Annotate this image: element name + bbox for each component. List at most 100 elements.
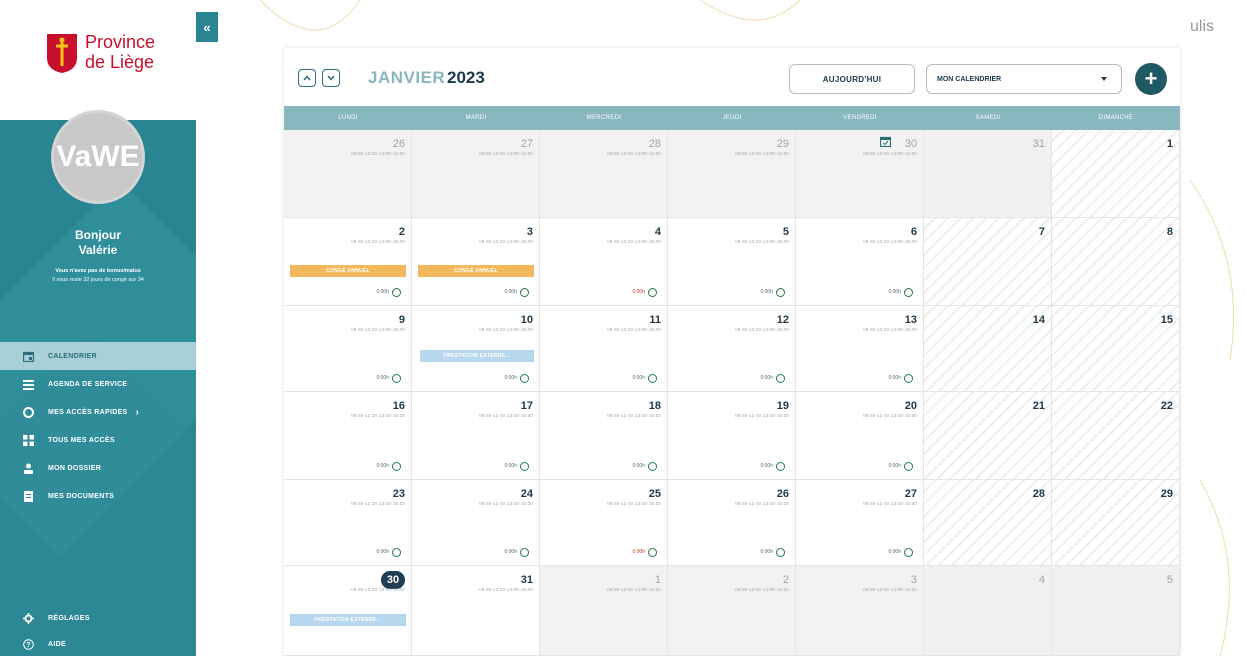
clock-icon[interactable] (520, 462, 529, 471)
calendar-day-cell[interactable]: 2 08:00-12:00 13:00-16:00 (668, 566, 796, 656)
calendar-day-cell[interactable]: 19 08:00-12:00 13:00-16:00 0:00h (668, 392, 796, 480)
sidebar-item-label: RÉGLAGES (48, 614, 90, 622)
clock-icon[interactable] (648, 288, 657, 297)
calendar-day-cell[interactable]: 5 (1052, 566, 1180, 656)
sidebar-item-mon-dossier[interactable]: MON DOSSIER (0, 454, 196, 482)
clock-icon[interactable] (776, 288, 785, 297)
calendar-day-cell[interactable]: 3 08:00-12:00 13:00-16:00 CONGÉ ANNUEL 0:00… (412, 218, 540, 306)
calendar-day-cell[interactable]: 13 08:00-12:00 13:00-16:00 0:00h (796, 306, 924, 392)
calendar-day-cell[interactable]: 21 (924, 392, 1052, 480)
work-hours: 08:00-12:00 13:00-16:00 (607, 413, 661, 418)
calendar-event[interactable]: PRESTATION EXTERNE... (290, 614, 406, 626)
calendar-day-cell[interactable]: 24 08:00-12:00 13:00-16:00 0:00h (412, 480, 540, 566)
sidebar-item-agenda[interactable]: AGENDA DE SERVICE (0, 370, 196, 398)
clock-icon[interactable] (392, 462, 401, 471)
clock-icon[interactable] (648, 374, 657, 383)
caret-down-icon (1101, 77, 1107, 81)
clock-icon[interactable] (520, 548, 529, 557)
clock-icon[interactable] (520, 374, 529, 383)
avatar[interactable]: VaWE (51, 110, 145, 204)
sidebar-item-aide[interactable]: ? AIDE (0, 631, 196, 656)
calendar-day-cell[interactable]: 10 08:00-12:00 13:00-16:00 PRESTATION EXTE… (412, 306, 540, 392)
clock-icon[interactable] (904, 374, 913, 383)
clock-icon[interactable] (776, 548, 785, 557)
calendar-day-cell[interactable]: 15 (1052, 306, 1180, 392)
collapse-sidebar-button[interactable]: « (196, 12, 218, 42)
sidebar-item-tous-acces[interactable]: TOUS MES ACCÈS (0, 426, 196, 454)
calendar-day-cell[interactable]: 18 08:00-12:00 13:00-16:00 0:00h (540, 392, 668, 480)
calendar-day-cell[interactable]: 9 08:00-12:30 13:00-16:00 0:00h (284, 306, 412, 392)
calendar-day-cell[interactable]: 29 08:00-12:00 13:00-16:00 (668, 130, 796, 218)
calendar-day-cell[interactable]: 20 08:00-12:00 13:00-16:00 0:00h (796, 392, 924, 480)
calendar-day-cell[interactable]: 7 (924, 218, 1052, 306)
calendar-day-cell[interactable]: 30 08:00-12:00 13:00-16:00 (796, 130, 924, 218)
next-month-button[interactable] (322, 69, 340, 87)
day-number: 2 (782, 574, 789, 586)
calendar-event[interactable]: PRESTATION EXTERNE... (420, 350, 534, 362)
calendar-day-cell[interactable]: 22 (1052, 392, 1180, 480)
greeting: Bonjour (75, 228, 121, 242)
calendar-day-cell[interactable]: 1 (1052, 130, 1180, 218)
today-button[interactable]: AUJOURD'HUI (789, 64, 915, 94)
calendar-day-cell[interactable]: 27 08:00-12:00 13:00-16:00 0:00h (796, 480, 924, 566)
calendar-day-cell[interactable]: 16 08:00-12:30 13:00-16:00 0:00h (284, 392, 412, 480)
calendar-day-cell[interactable]: 5 08:00-12:00 13:00-16:00 0:00h (668, 218, 796, 306)
clock-icon[interactable] (776, 374, 785, 383)
calendar-event[interactable]: CONGÉ ANNUEL (290, 265, 406, 277)
clock-icon[interactable] (520, 288, 529, 297)
calendar-day-cell[interactable]: 4 08:00-12:00 13:00-16:00 0:00h (540, 218, 668, 306)
calendar-day-cell[interactable]: 11 08:00-12:00 13:00-16:00 0:00h (540, 306, 668, 392)
calendar-day-cell[interactable]: 17 08:00-12:00 13:00-16:00 0:00h (412, 392, 540, 480)
calendar-day-cell[interactable]: 8 (1052, 218, 1180, 306)
calendar-day-cell[interactable]: 6 08:00-12:00 13:00-16:00 0:00h (796, 218, 924, 306)
sidebar-item-documents[interactable]: MES DOCUMENTS (0, 482, 196, 510)
clock-icon[interactable] (904, 288, 913, 297)
calendar-day-cell[interactable]: 3 08:00-12:00 13:00-16:00 (796, 566, 924, 656)
app-name: ulis (1190, 18, 1215, 35)
clock-icon[interactable] (392, 374, 401, 383)
bonus-malus-note: Vous n'avez pas de bonus/malus (55, 268, 141, 274)
year-label: 2023 (447, 68, 485, 87)
calendar-day-cell[interactable]: 23 08:00-12:30 13:00-16:00 0:00h (284, 480, 412, 566)
day-number: 28 (648, 138, 661, 150)
help-icon: ? (23, 638, 34, 650)
calendar-select[interactable]: MON CALENDRIER (926, 64, 1122, 94)
calendar-day-cell[interactable]: 4 (924, 566, 1052, 656)
sidebar-item-reglages[interactable]: RÉGLAGES (0, 605, 196, 631)
calendar-day-cell[interactable]: 26 08:00-12:00 13:00-16:00 0:00h (668, 480, 796, 566)
double-chevron-left-icon: « (203, 19, 211, 35)
province-logo-text: Province de Liège (85, 32, 155, 72)
calendar-header: JANVIER 2023 AUJOURD'HUI MON CALENDRIER … (284, 48, 1180, 106)
calendar-day-cell[interactable]: 14 (924, 306, 1052, 392)
calendar-day-cell[interactable]: 2 08:00-12:30 13:00-16:00 CONGÉ ANNUEL 0:00… (284, 218, 412, 306)
calendar-day-cell[interactable]: 25 08:00-12:00 13:00-16:00 0:00h (540, 480, 668, 566)
clock-icon[interactable] (776, 462, 785, 471)
clock-icon[interactable] (904, 548, 913, 557)
province-logo[interactable]: Province de Liège (45, 32, 155, 74)
calendar-day-cell[interactable]: 27 08:00-12:00 13:00-16:00 (412, 130, 540, 218)
calendar-day-cell[interactable]: 31 08:00-12:00 13:00-16:00 (412, 566, 540, 656)
work-hours: 08:00-12:00 13:00-16:00 (863, 413, 917, 418)
day-number: 13 (904, 314, 917, 326)
calendar-day-cell[interactable]: 28 (924, 480, 1052, 566)
clock-icon[interactable] (904, 462, 913, 471)
logo-line-2: de Liège (85, 52, 155, 72)
calendar-day-cell[interactable]: 30 08:00-12:30 13:00-16:00 PRESTATION EXTE… (284, 566, 412, 656)
clock-icon[interactable] (392, 548, 401, 557)
work-hours: 08:00-12:30 13:00-16:00 (351, 501, 405, 506)
calendar-day-cell[interactable]: 1 08:00-12:00 13:00-16:00 (540, 566, 668, 656)
sidebar-item-acces-rapides[interactable]: MES ACCÈS RAPIDES › (0, 398, 196, 426)
clock-icon[interactable] (648, 462, 657, 471)
calendar-event[interactable]: CONGÉ ANNUEL (418, 265, 534, 277)
calendar-day-cell[interactable]: 29 (1052, 480, 1180, 566)
day-number: 29 (776, 138, 789, 150)
clock-icon[interactable] (392, 288, 401, 297)
calendar-day-cell[interactable]: 26 08:00-12:30 13:00-16:00 (284, 130, 412, 218)
clock-icon[interactable] (648, 548, 657, 557)
add-event-button[interactable]: + (1135, 63, 1167, 95)
previous-month-button[interactable] (298, 69, 316, 87)
calendar-day-cell[interactable]: 12 08:00-12:00 13:00-16:00 0:00h (668, 306, 796, 392)
calendar-day-cell[interactable]: 28 08:00-12:00 13:00-16:00 (540, 130, 668, 218)
sidebar-item-calendrier[interactable]: CALENDRIER (0, 342, 196, 370)
calendar-day-cell[interactable]: 31 (924, 130, 1052, 218)
